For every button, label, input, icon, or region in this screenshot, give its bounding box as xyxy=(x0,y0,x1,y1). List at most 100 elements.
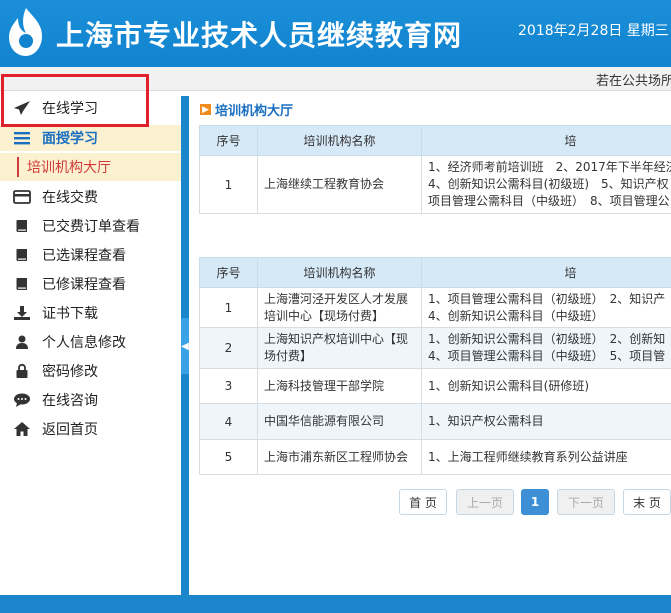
sidebar-item-label: 在线交费 xyxy=(42,190,98,206)
table-row[interactable]: 4 中国华信能源有限公司 1、知识产权公需科目 xyxy=(199,403,671,440)
list-icon xyxy=(12,129,32,147)
pagination: 首 页 上一页 1 下一页 末 页 xyxy=(189,489,671,515)
col-header-courses: 培 xyxy=(421,257,671,288)
course-line: 4、创新知识公需科目(初级班) 5、知识产权 xyxy=(428,177,669,191)
flame-logo-icon xyxy=(9,8,42,56)
course-list[interactable]: 1、经济师考前培训班 2、2017年下半年经济 4、创新知识公需科目(初级班) … xyxy=(421,155,671,214)
row-index: 4 xyxy=(199,403,258,440)
col-header-courses: 培 xyxy=(421,125,671,156)
sidebar-item-password-change[interactable]: 密码修改 xyxy=(0,358,181,384)
course-list[interactable]: 1、项目管理公需科目（初级班） 2、知识产 4、创新知识公需科目（中级班） xyxy=(421,287,671,328)
sidebar-item-profile-edit[interactable]: 个人信息修改 xyxy=(0,329,181,355)
row-index: 1 xyxy=(199,287,258,328)
notice-bar: 若在公共场所 xyxy=(0,67,671,91)
org-table-2: 序号 培训机构名称 培 1 上海漕河泾开发区人才发展培训中心【现场付费】 1、项… xyxy=(199,257,671,475)
org-name[interactable]: 上海继续工程教育协会 xyxy=(257,155,422,214)
org-name[interactable]: 上海市浦东新区工程师协会 xyxy=(257,439,422,475)
sidebar-item-label: 已选课程查看 xyxy=(42,248,126,264)
last-page-button[interactable]: 末 页 xyxy=(623,489,671,515)
footer-bar xyxy=(0,595,671,613)
row-index: 3 xyxy=(199,368,258,404)
org-name[interactable]: 上海科技管理干部学院 xyxy=(257,368,422,404)
row-index: 1 xyxy=(199,155,258,214)
col-header-org: 培训机构名称 xyxy=(257,125,422,156)
table-row[interactable]: 1 上海漕河泾开发区人才发展培训中心【现场付费】 1、项目管理公需科目（初级班）… xyxy=(199,287,671,328)
site-title: 上海市专业技术人员继续教育网 xyxy=(56,19,463,52)
credit-card-icon xyxy=(12,188,32,206)
sidebar-item-home[interactable]: 返回首页 xyxy=(0,416,181,442)
org-name[interactable]: 上海知识产权培训中心【现场付费】 xyxy=(257,327,422,369)
table-header-row: 序号 培训机构名称 培 xyxy=(199,125,671,156)
sidebar-item-label: 密码修改 xyxy=(42,364,98,380)
row-index: 5 xyxy=(199,439,258,475)
sidebar: 在线学习 面授学习 培训机构大厅 在线交费 已交费订单查看 已选课程查看 已修课… xyxy=(0,91,181,595)
book-icon xyxy=(12,275,32,293)
course-line: 4、项目管理公需科目（中级班） 5、项目管 xyxy=(428,349,666,363)
sidebar-item-online-consult[interactable]: 在线咨询 xyxy=(0,387,181,413)
section-title: 培训机构大厅 xyxy=(215,104,294,119)
arrow-right-icon: ▶ xyxy=(200,104,211,115)
sidebar-item-online-study[interactable]: 在线学习 xyxy=(0,95,181,121)
sidebar-item-completed-courses[interactable]: 已修课程查看 xyxy=(0,271,181,297)
table-header-row: 序号 培训机构名称 培 xyxy=(199,257,671,288)
sidebar-item-label: 个人信息修改 xyxy=(42,335,126,351)
course-list[interactable]: 1、知识产权公需科目 xyxy=(421,403,671,440)
col-header-index: 序号 xyxy=(199,257,258,288)
org-name[interactable]: 中国华信能源有限公司 xyxy=(257,403,422,440)
section-header: ▶ 培训机构大厅 xyxy=(200,100,293,119)
active-indicator xyxy=(17,157,19,177)
org-table-1: 序号 培训机构名称 培 1 上海继续工程教育协会 1、经济师考前培训班 2、20… xyxy=(199,125,671,214)
sidebar-item-label: 在线学习 xyxy=(42,101,98,117)
header-date: 2018年2月28日 星期三 xyxy=(518,23,669,39)
sidebar-item-selected-courses[interactable]: 已选课程查看 xyxy=(0,242,181,268)
table-row[interactable]: 3 上海科技管理干部学院 1、创新知识公需科目(研修班) xyxy=(199,368,671,404)
table-row[interactable]: 1 上海继续工程教育协会 1、经济师考前培训班 2、2017年下半年经济 4、创… xyxy=(199,155,671,214)
course-line: 项目管理公需科目（中级班） 8、项目管理公 xyxy=(428,194,670,208)
sidebar-item-label: 证书下载 xyxy=(42,306,98,322)
user-icon xyxy=(12,333,32,351)
sidebar-subitem-training-hall[interactable]: 培训机构大厅 xyxy=(0,153,181,181)
org-name[interactable]: 上海漕河泾开发区人才发展培训中心【现场付费】 xyxy=(257,287,422,328)
notice-text: 若在公共场所 xyxy=(596,74,671,89)
book-icon xyxy=(12,217,32,235)
sidebar-item-label: 面授学习 xyxy=(42,131,98,147)
sidebar-item-label: 返回首页 xyxy=(42,422,98,438)
row-index: 2 xyxy=(199,327,258,369)
course-line: 1、知识产权公需科目 xyxy=(428,414,544,428)
caret-left-icon: ◀ xyxy=(181,340,189,352)
course-line: 4、创新知识公需科目（中级班） xyxy=(428,308,604,323)
col-header-org: 培训机构名称 xyxy=(257,257,422,288)
course-list[interactable]: 1、创新知识公需科目（初级班） 2、创新知 4、项目管理公需科目（中级班） 5、… xyxy=(421,327,671,369)
page-1-button[interactable]: 1 xyxy=(521,489,549,515)
sidebar-item-label: 在线咨询 xyxy=(42,393,98,409)
paper-plane-icon xyxy=(12,99,32,117)
sidebar-item-paid-orders[interactable]: 已交费订单查看 xyxy=(0,213,181,239)
sidebar-item-face-to-face[interactable]: 面授学习 xyxy=(0,125,181,151)
main-content: ▶ 培训机构大厅 序号 培训机构名称 培 1 上海继续工程教育协会 1、经济师考… xyxy=(189,91,671,595)
course-line: 1、项目管理公需科目（初级班） 2、知识产 xyxy=(428,291,666,306)
course-list[interactable]: 1、创新知识公需科目(研修班) xyxy=(421,368,671,404)
course-line: 1、经济师考前培训班 2、2017年下半年经济 xyxy=(428,160,671,174)
download-icon xyxy=(12,304,32,322)
home-icon xyxy=(12,420,32,438)
col-header-index: 序号 xyxy=(199,125,258,156)
course-line: 1、创新知识公需科目（初级班） 2、创新知 xyxy=(428,332,666,346)
sidebar-collapse-toggle[interactable]: ◀ xyxy=(181,318,189,374)
lock-icon xyxy=(12,362,32,380)
table-row[interactable]: 2 上海知识产权培训中心【现场付费】 1、创新知识公需科目（初级班） 2、创新知… xyxy=(199,327,671,369)
sidebar-item-label: 已修课程查看 xyxy=(42,277,126,293)
sidebar-item-online-payment[interactable]: 在线交费 xyxy=(0,184,181,210)
sidebar-item-certificate-download[interactable]: 证书下载 xyxy=(0,300,181,326)
course-list[interactable]: 1、上海工程师继续教育系列公益讲座 xyxy=(421,439,671,475)
course-line: 1、上海工程师继续教育系列公益讲座 xyxy=(428,449,628,464)
first-page-button[interactable]: 首 页 xyxy=(399,489,447,515)
sidebar-item-label: 已交费订单查看 xyxy=(42,219,140,235)
book-icon xyxy=(12,246,32,264)
course-line: 1、创新知识公需科目(研修班) xyxy=(428,378,589,393)
prev-page-button[interactable]: 上一页 xyxy=(456,489,514,515)
sidebar-subitem-label: 培训机构大厅 xyxy=(27,160,111,176)
site-header: 上海市专业技术人员继续教育网 2018年2月28日 星期三 xyxy=(0,0,671,67)
table-row[interactable]: 5 上海市浦东新区工程师协会 1、上海工程师继续教育系列公益讲座 xyxy=(199,439,671,475)
next-page-button[interactable]: 下一页 xyxy=(557,489,615,515)
chat-icon xyxy=(12,391,32,409)
